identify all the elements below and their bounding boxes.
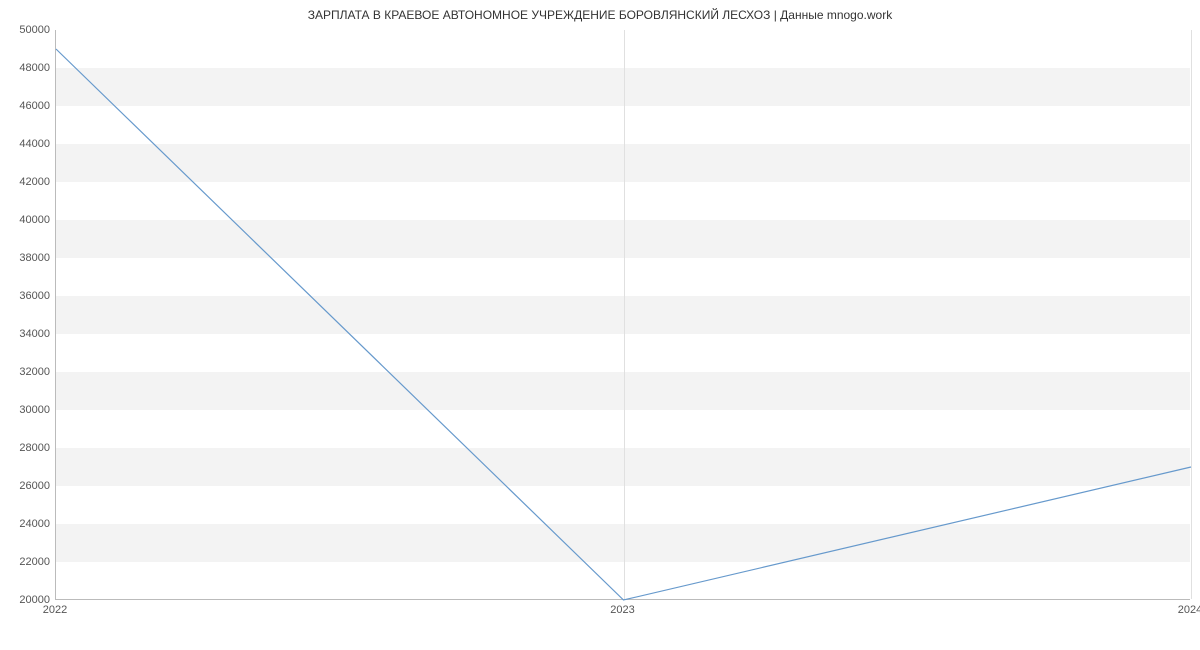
y-tick-label: 22000 <box>5 556 50 568</box>
y-tick-label: 44000 <box>5 138 50 150</box>
plot-area <box>55 30 1190 600</box>
y-tick-label: 38000 <box>5 252 50 264</box>
chart-title: ЗАРПЛАТА В КРАЕВОЕ АВТОНОМНОЕ УЧРЕЖДЕНИЕ… <box>0 8 1200 22</box>
x-tick-label: 2023 <box>610 604 634 616</box>
y-tick-label: 32000 <box>5 366 50 378</box>
y-tick-label: 46000 <box>5 100 50 112</box>
y-tick-label: 40000 <box>5 214 50 226</box>
y-tick-label: 30000 <box>5 404 50 416</box>
x-gridline <box>1191 30 1192 599</box>
y-tick-label: 26000 <box>5 480 50 492</box>
chart-container: ЗАРПЛАТА В КРАЕВОЕ АВТОНОМНОЕ УЧРЕЖДЕНИЕ… <box>0 0 1200 650</box>
y-tick-label: 50000 <box>5 24 50 36</box>
line-layer <box>56 30 1190 599</box>
y-tick-label: 34000 <box>5 328 50 340</box>
y-tick-label: 48000 <box>5 62 50 74</box>
y-tick-label: 24000 <box>5 518 50 530</box>
y-tick-label: 28000 <box>5 442 50 454</box>
y-tick-label: 42000 <box>5 176 50 188</box>
x-tick-label: 2024 <box>1178 604 1200 616</box>
series-line <box>56 49 1191 600</box>
y-tick-label: 36000 <box>5 290 50 302</box>
x-tick-label: 2022 <box>43 604 67 616</box>
